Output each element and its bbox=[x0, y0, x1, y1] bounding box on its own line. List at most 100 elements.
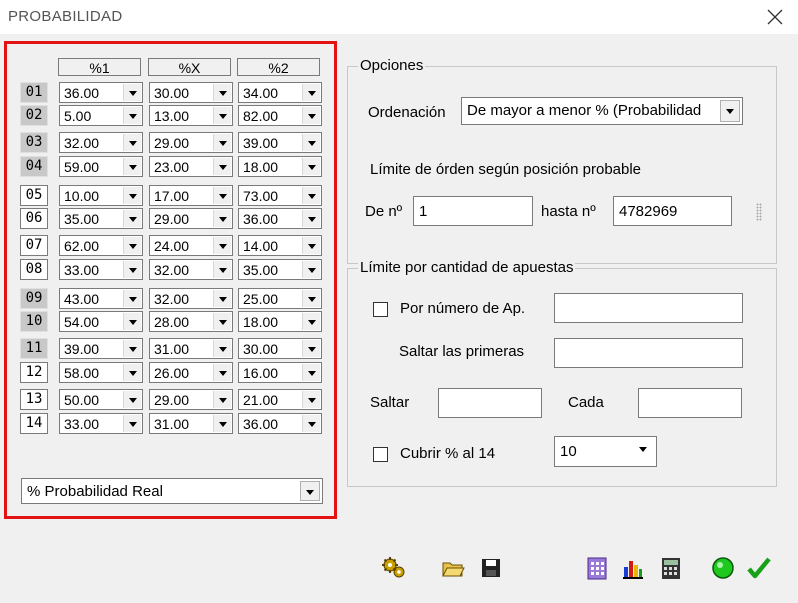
chevron-down-icon[interactable] bbox=[302, 261, 320, 278]
chevron-down-icon[interactable] bbox=[213, 134, 231, 151]
percent-combo-1[interactable]: 58.00 bbox=[59, 362, 143, 383]
chevron-down-icon[interactable] bbox=[302, 313, 320, 330]
saltar-primeras-input[interactable] bbox=[554, 338, 743, 368]
percent-combo-x[interactable]: 23.00 bbox=[149, 156, 233, 177]
percent-combo-2[interactable]: 73.00 bbox=[238, 185, 322, 206]
percent-combo-1[interactable]: 59.00 bbox=[59, 156, 143, 177]
percent-combo-1[interactable]: 32.00 bbox=[59, 132, 143, 153]
to-input[interactable]: 4782969 bbox=[613, 196, 732, 226]
ordenacion-select[interactable]: De mayor a menor % (Probabilidad bbox=[461, 97, 743, 125]
cada-input[interactable] bbox=[638, 388, 742, 418]
percent-combo-x[interactable]: 31.00 bbox=[149, 338, 233, 359]
chevron-down-icon[interactable] bbox=[213, 313, 231, 330]
chevron-down-icon[interactable] bbox=[302, 210, 320, 227]
open-button[interactable] bbox=[440, 555, 466, 581]
chart-button[interactable] bbox=[620, 555, 646, 581]
percent-combo-1[interactable]: 36.00 bbox=[59, 82, 143, 103]
percent-combo-2[interactable]: 18.00 bbox=[238, 156, 322, 177]
resize-grip[interactable] bbox=[756, 203, 762, 221]
percent-combo-2[interactable]: 21.00 bbox=[238, 389, 322, 410]
percent-combo-x[interactable]: 32.00 bbox=[149, 259, 233, 280]
chevron-down-icon[interactable] bbox=[123, 340, 141, 357]
percent-combo-2[interactable]: 35.00 bbox=[238, 259, 322, 280]
percent-combo-x[interactable]: 29.00 bbox=[149, 208, 233, 229]
green-light-button[interactable] bbox=[710, 555, 736, 581]
chevron-down-icon[interactable] bbox=[302, 415, 320, 432]
chevron-down-icon[interactable] bbox=[213, 107, 231, 124]
percent-combo-1[interactable]: 5.00 bbox=[59, 105, 143, 126]
percent-combo-2[interactable]: 36.00 bbox=[238, 208, 322, 229]
percent-combo-x[interactable]: 29.00 bbox=[149, 132, 233, 153]
percent-combo-x[interactable]: 31.00 bbox=[149, 413, 233, 434]
percent-combo-x[interactable]: 32.00 bbox=[149, 288, 233, 309]
percent-combo-2[interactable]: 25.00 bbox=[238, 288, 322, 309]
percent-combo-1[interactable]: 62.00 bbox=[59, 235, 143, 256]
grid-calc-button[interactable] bbox=[584, 555, 610, 581]
calculator-button[interactable] bbox=[658, 555, 684, 581]
chevron-down-icon[interactable] bbox=[123, 210, 141, 227]
chevron-down-icon[interactable] bbox=[213, 261, 231, 278]
chevron-down-icon[interactable] bbox=[123, 187, 141, 204]
chevron-down-icon[interactable] bbox=[123, 237, 141, 254]
chevron-down-icon[interactable] bbox=[123, 84, 141, 101]
percent-combo-2[interactable]: 82.00 bbox=[238, 105, 322, 126]
chevron-down-icon[interactable] bbox=[213, 210, 231, 227]
chevron-down-icon[interactable] bbox=[123, 313, 141, 330]
save-button[interactable] bbox=[478, 555, 504, 581]
chevron-down-icon[interactable] bbox=[213, 290, 231, 307]
percent-combo-1[interactable]: 33.00 bbox=[59, 259, 143, 280]
chevron-down-icon[interactable] bbox=[213, 158, 231, 175]
chevron-down-icon[interactable] bbox=[302, 134, 320, 151]
chevron-down-icon[interactable] bbox=[123, 290, 141, 307]
probability-mode-select[interactable]: % Probabilidad Real bbox=[21, 478, 323, 504]
saltar-input[interactable] bbox=[438, 388, 542, 418]
percent-combo-x[interactable]: 30.00 bbox=[149, 82, 233, 103]
chevron-down-icon[interactable] bbox=[302, 391, 320, 408]
chevron-down-icon[interactable] bbox=[213, 391, 231, 408]
percent-combo-1[interactable]: 33.00 bbox=[59, 413, 143, 434]
percent-combo-2[interactable]: 34.00 bbox=[238, 82, 322, 103]
percent-combo-2[interactable]: 39.00 bbox=[238, 132, 322, 153]
por-numero-checkbox[interactable] bbox=[373, 302, 388, 317]
accept-button[interactable] bbox=[746, 555, 772, 581]
chevron-down-icon[interactable] bbox=[302, 187, 320, 204]
percent-combo-1[interactable]: 39.00 bbox=[59, 338, 143, 359]
percent-combo-x[interactable]: 26.00 bbox=[149, 362, 233, 383]
percent-combo-2[interactable]: 30.00 bbox=[238, 338, 322, 359]
chevron-down-icon[interactable] bbox=[213, 187, 231, 204]
chevron-down-icon[interactable] bbox=[300, 481, 320, 501]
percent-combo-1[interactable]: 10.00 bbox=[59, 185, 143, 206]
chevron-down-icon[interactable] bbox=[302, 364, 320, 381]
chevron-down-icon[interactable] bbox=[302, 340, 320, 357]
chevron-down-icon[interactable] bbox=[123, 415, 141, 432]
percent-combo-2[interactable]: 18.00 bbox=[238, 311, 322, 332]
percent-combo-1[interactable]: 50.00 bbox=[59, 389, 143, 410]
chevron-down-icon[interactable] bbox=[123, 364, 141, 381]
chevron-down-icon[interactable] bbox=[720, 100, 740, 122]
percent-combo-1[interactable]: 35.00 bbox=[59, 208, 143, 229]
chevron-down-icon[interactable] bbox=[302, 290, 320, 307]
percent-combo-x[interactable]: 29.00 bbox=[149, 389, 233, 410]
chevron-down-icon[interactable] bbox=[123, 261, 141, 278]
chevron-down-icon[interactable] bbox=[123, 107, 141, 124]
chevron-down-icon[interactable] bbox=[123, 391, 141, 408]
percent-combo-2[interactable]: 16.00 bbox=[238, 362, 322, 383]
percent-combo-x[interactable]: 13.00 bbox=[149, 105, 233, 126]
close-button[interactable] bbox=[762, 4, 788, 30]
chevron-down-icon[interactable] bbox=[213, 415, 231, 432]
chevron-down-icon[interactable] bbox=[302, 107, 320, 124]
percent-combo-1[interactable]: 54.00 bbox=[59, 311, 143, 332]
chevron-down-icon[interactable] bbox=[213, 84, 231, 101]
gears-button[interactable] bbox=[381, 555, 407, 581]
chevron-down-icon[interactable] bbox=[302, 158, 320, 175]
percent-combo-2[interactable]: 36.00 bbox=[238, 413, 322, 434]
chevron-down-icon[interactable] bbox=[123, 134, 141, 151]
por-numero-input[interactable] bbox=[554, 293, 743, 323]
percent-combo-x[interactable]: 28.00 bbox=[149, 311, 233, 332]
cubrir-checkbox[interactable] bbox=[373, 447, 388, 462]
chevron-down-icon[interactable] bbox=[302, 84, 320, 101]
chevron-down-icon[interactable] bbox=[213, 237, 231, 254]
percent-combo-x[interactable]: 17.00 bbox=[149, 185, 233, 206]
cubrir-select[interactable]: 10 bbox=[554, 436, 657, 467]
chevron-down-icon[interactable] bbox=[213, 340, 231, 357]
